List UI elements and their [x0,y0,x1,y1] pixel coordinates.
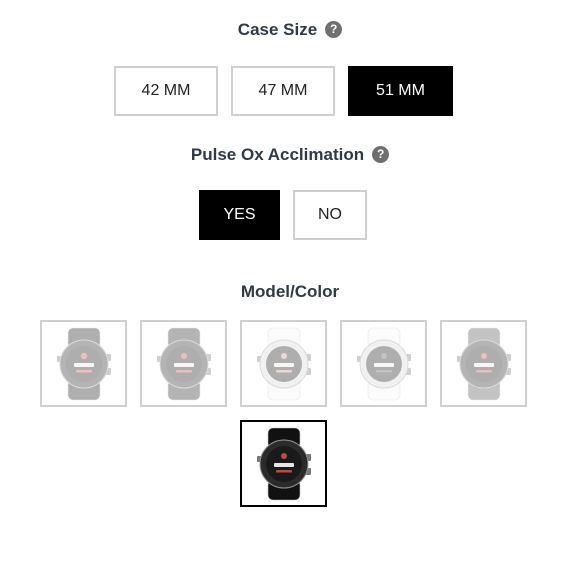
case-size-label: Case Size [237,20,318,39]
model-color-swatch[interactable] [40,320,127,407]
pulse-ox-no-button[interactable]: NO [293,190,367,240]
model-color-title: Model/Color [240,282,340,301]
pulse-ox-title: Pulse Ox Acclimation? [0,145,580,165]
white-silver-watch-icon [356,327,411,400]
help-icon[interactable]: ? [372,146,390,163]
black-watch-icon [56,327,111,400]
case-size-42mm-button[interactable]: 42 MM [114,66,218,116]
white-rose-watch-icon [256,327,311,400]
pulse-ox-yes-button[interactable]: YES [199,190,280,240]
model-color-swatch[interactable] [240,420,327,507]
gray-watch-icon [456,327,511,400]
black-dlc-watch-icon [256,427,311,500]
model-color-swatch[interactable] [440,320,527,407]
case-size-title: Case Size? [0,20,580,40]
slate-watch-icon [156,327,211,400]
model-color-swatch[interactable] [240,320,327,407]
model-color-swatch[interactable] [340,320,427,407]
case-size-47mm-button[interactable]: 47 MM [231,66,335,116]
pulse-ox-label: Pulse Ox Acclimation [190,145,365,164]
model-color-swatch[interactable] [140,320,227,407]
help-icon[interactable]: ? [325,21,343,38]
case-size-51mm-button[interactable]: 51 MM [348,66,453,116]
